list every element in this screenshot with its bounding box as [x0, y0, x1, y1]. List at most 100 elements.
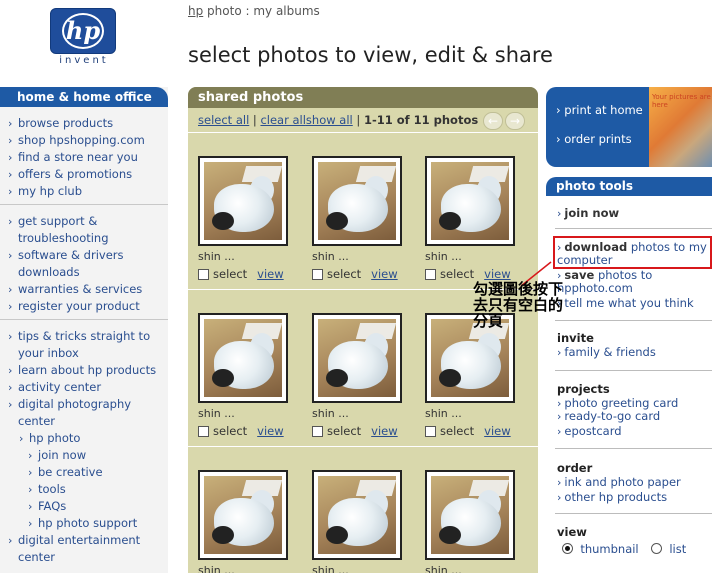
feedback-link[interactable]: › tell me what you think	[557, 297, 694, 311]
arrow-icon: ›	[28, 449, 33, 462]
divider	[555, 448, 712, 449]
photo-thumbnail[interactable]	[312, 470, 402, 560]
nav-item-warranties[interactable]: › warranties & services	[0, 281, 168, 298]
toolbar-separator: |	[356, 113, 361, 127]
logo-tagline: invent	[59, 55, 109, 66]
hp-logo[interactable]: hp	[50, 8, 116, 54]
photo-item: shin ...selectview	[425, 470, 525, 573]
panel-header: shared photos	[188, 87, 538, 108]
select-checkbox[interactable]	[425, 425, 436, 437]
nav-item-digital-photography[interactable]: › digital photography center	[0, 396, 168, 430]
nav-item-my-hp-club[interactable]: › my hp club	[0, 183, 168, 200]
nav-item-drivers[interactable]: › software & drivers downloads	[0, 247, 168, 281]
photo-select-row: select view	[425, 424, 525, 438]
radio-icon[interactable]	[651, 543, 662, 554]
select-label: select	[440, 424, 475, 438]
arrow-icon: ›	[28, 483, 33, 496]
photo-select-row: select view	[198, 267, 298, 281]
invite-family-link[interactable]: › family & friends	[557, 346, 656, 360]
select-checkbox[interactable]	[198, 268, 209, 280]
nav-group-support: › get support & troubleshooting › software…	[0, 205, 168, 320]
view-photo-link[interactable]: view	[257, 267, 283, 281]
photo-thumbnail[interactable]	[425, 470, 515, 560]
nav-item-entertainment[interactable]: › digital entertainment center	[0, 532, 168, 566]
clear-all-link[interactable]: clear all	[260, 113, 305, 127]
photo-image	[431, 476, 509, 554]
page-title: select photos to view, edit & share	[188, 43, 553, 67]
show-all-link[interactable]: show all	[306, 113, 353, 127]
nav-item-join-now[interactable]: › join now	[0, 447, 168, 464]
nav-item-tools[interactable]: › tools	[0, 481, 168, 498]
select-checkbox[interactable]	[425, 268, 436, 280]
nav-item-offers[interactable]: › offers & promotions	[0, 166, 168, 183]
select-all-link[interactable]: select all	[198, 113, 249, 127]
order-ink-link[interactable]: › ink and photo paper	[557, 476, 681, 490]
photo-select-row: select view	[312, 424, 412, 438]
photo-caption: shin ...	[425, 250, 462, 263]
select-checkbox[interactable]	[198, 425, 209, 437]
project-ready-card-link[interactable]: › ready-to-go card	[557, 410, 660, 424]
nav-item-hp-photo[interactable]: › hp photo	[0, 430, 168, 447]
arrow-icon: ›	[8, 185, 13, 198]
nav-item-register[interactable]: › register your product	[0, 298, 168, 315]
arrow-icon: ›	[557, 207, 562, 220]
select-label: select	[440, 267, 475, 281]
photo-image	[318, 476, 396, 554]
save-photos-link[interactable]: › save photos to hpphoto.com	[557, 269, 709, 295]
view-photo-link[interactable]: view	[371, 267, 397, 281]
project-epostcard-link[interactable]: › epostcard	[557, 425, 622, 439]
join-now-link[interactable]: › join now	[557, 207, 619, 221]
nav-item-browse-products[interactable]: › browse products	[0, 115, 168, 132]
select-checkbox[interactable]	[312, 268, 323, 280]
photo-tools-header: photo tools	[546, 177, 712, 196]
promo-image-caption: Your pictures are here	[652, 93, 711, 109]
order-prints-link[interactable]: › order prints	[556, 132, 632, 146]
arrow-icon: ›	[557, 476, 562, 489]
nav-item-learn[interactable]: › learn about hp products	[0, 362, 168, 379]
photo-thumbnail[interactable]	[312, 313, 402, 403]
view-photo-link[interactable]: view	[257, 424, 283, 438]
photo-caption: shin ...	[312, 564, 349, 573]
prev-page-button[interactable]: ←	[483, 112, 503, 130]
view-photo-link[interactable]: view	[484, 424, 510, 438]
nav-item-tips[interactable]: › tips & tricks straight to your inbox	[0, 328, 168, 362]
breadcrumb-hp-link[interactable]: hp	[188, 4, 203, 18]
photo-select-row: select view	[198, 424, 298, 438]
photo-item: shin ...selectview	[198, 313, 298, 438]
photo-thumbnail[interactable]	[312, 156, 402, 246]
order-other-link[interactable]: › other hp products	[557, 491, 667, 505]
photo-thumbnail[interactable]	[198, 156, 288, 246]
nav-item-be-creative[interactable]: › be creative	[0, 464, 168, 481]
photo-thumbnail[interactable]	[198, 470, 288, 560]
view-thumbnail-option[interactable]: thumbnail	[562, 543, 639, 556]
hp-logo-mark: hp	[62, 13, 104, 49]
photo-thumbnail[interactable]	[198, 313, 288, 403]
photo-caption: shin ...	[312, 407, 349, 420]
arrow-icon: ›	[19, 432, 24, 445]
radio-selected-icon[interactable]	[562, 543, 573, 554]
nav-item-find-store[interactable]: › find a store near you	[0, 149, 168, 166]
view-photo-link[interactable]: view	[484, 267, 510, 281]
photo-item: shin ... selectview	[198, 156, 298, 281]
left-nav: home & home office › browse products › sho…	[0, 87, 168, 573]
view-photo-link[interactable]: view	[371, 424, 397, 438]
next-page-button[interactable]: →	[505, 112, 525, 130]
arrow-icon: ›	[8, 398, 13, 411]
nav-item-activity[interactable]: › activity center	[0, 379, 168, 396]
panel-toolbar: select all | clear allshow all | 1-11 of…	[188, 108, 538, 132]
left-nav-header: home & home office	[0, 87, 168, 107]
select-checkbox[interactable]	[312, 425, 323, 437]
photo-item: shin ... selectview	[312, 313, 412, 438]
photo-caption: shin ...	[198, 250, 235, 263]
print-at-home-link[interactable]: › print at home	[556, 103, 643, 117]
nav-item-shop[interactable]: › shop hpshopping.com	[0, 132, 168, 149]
arrow-icon: ›	[28, 517, 33, 530]
photo-thumbnail[interactable]	[425, 156, 515, 246]
nav-item-faqs[interactable]: › FAQs	[0, 498, 168, 515]
view-list-option[interactable]: list	[651, 543, 686, 556]
photo-image	[431, 319, 509, 397]
arrow-icon: ›	[557, 346, 562, 359]
arrow-icon: ›	[8, 364, 13, 377]
nav-item-support[interactable]: › get support & troubleshooting	[0, 213, 168, 247]
nav-item-hp-photo-support[interactable]: › hp photo support	[0, 515, 168, 532]
